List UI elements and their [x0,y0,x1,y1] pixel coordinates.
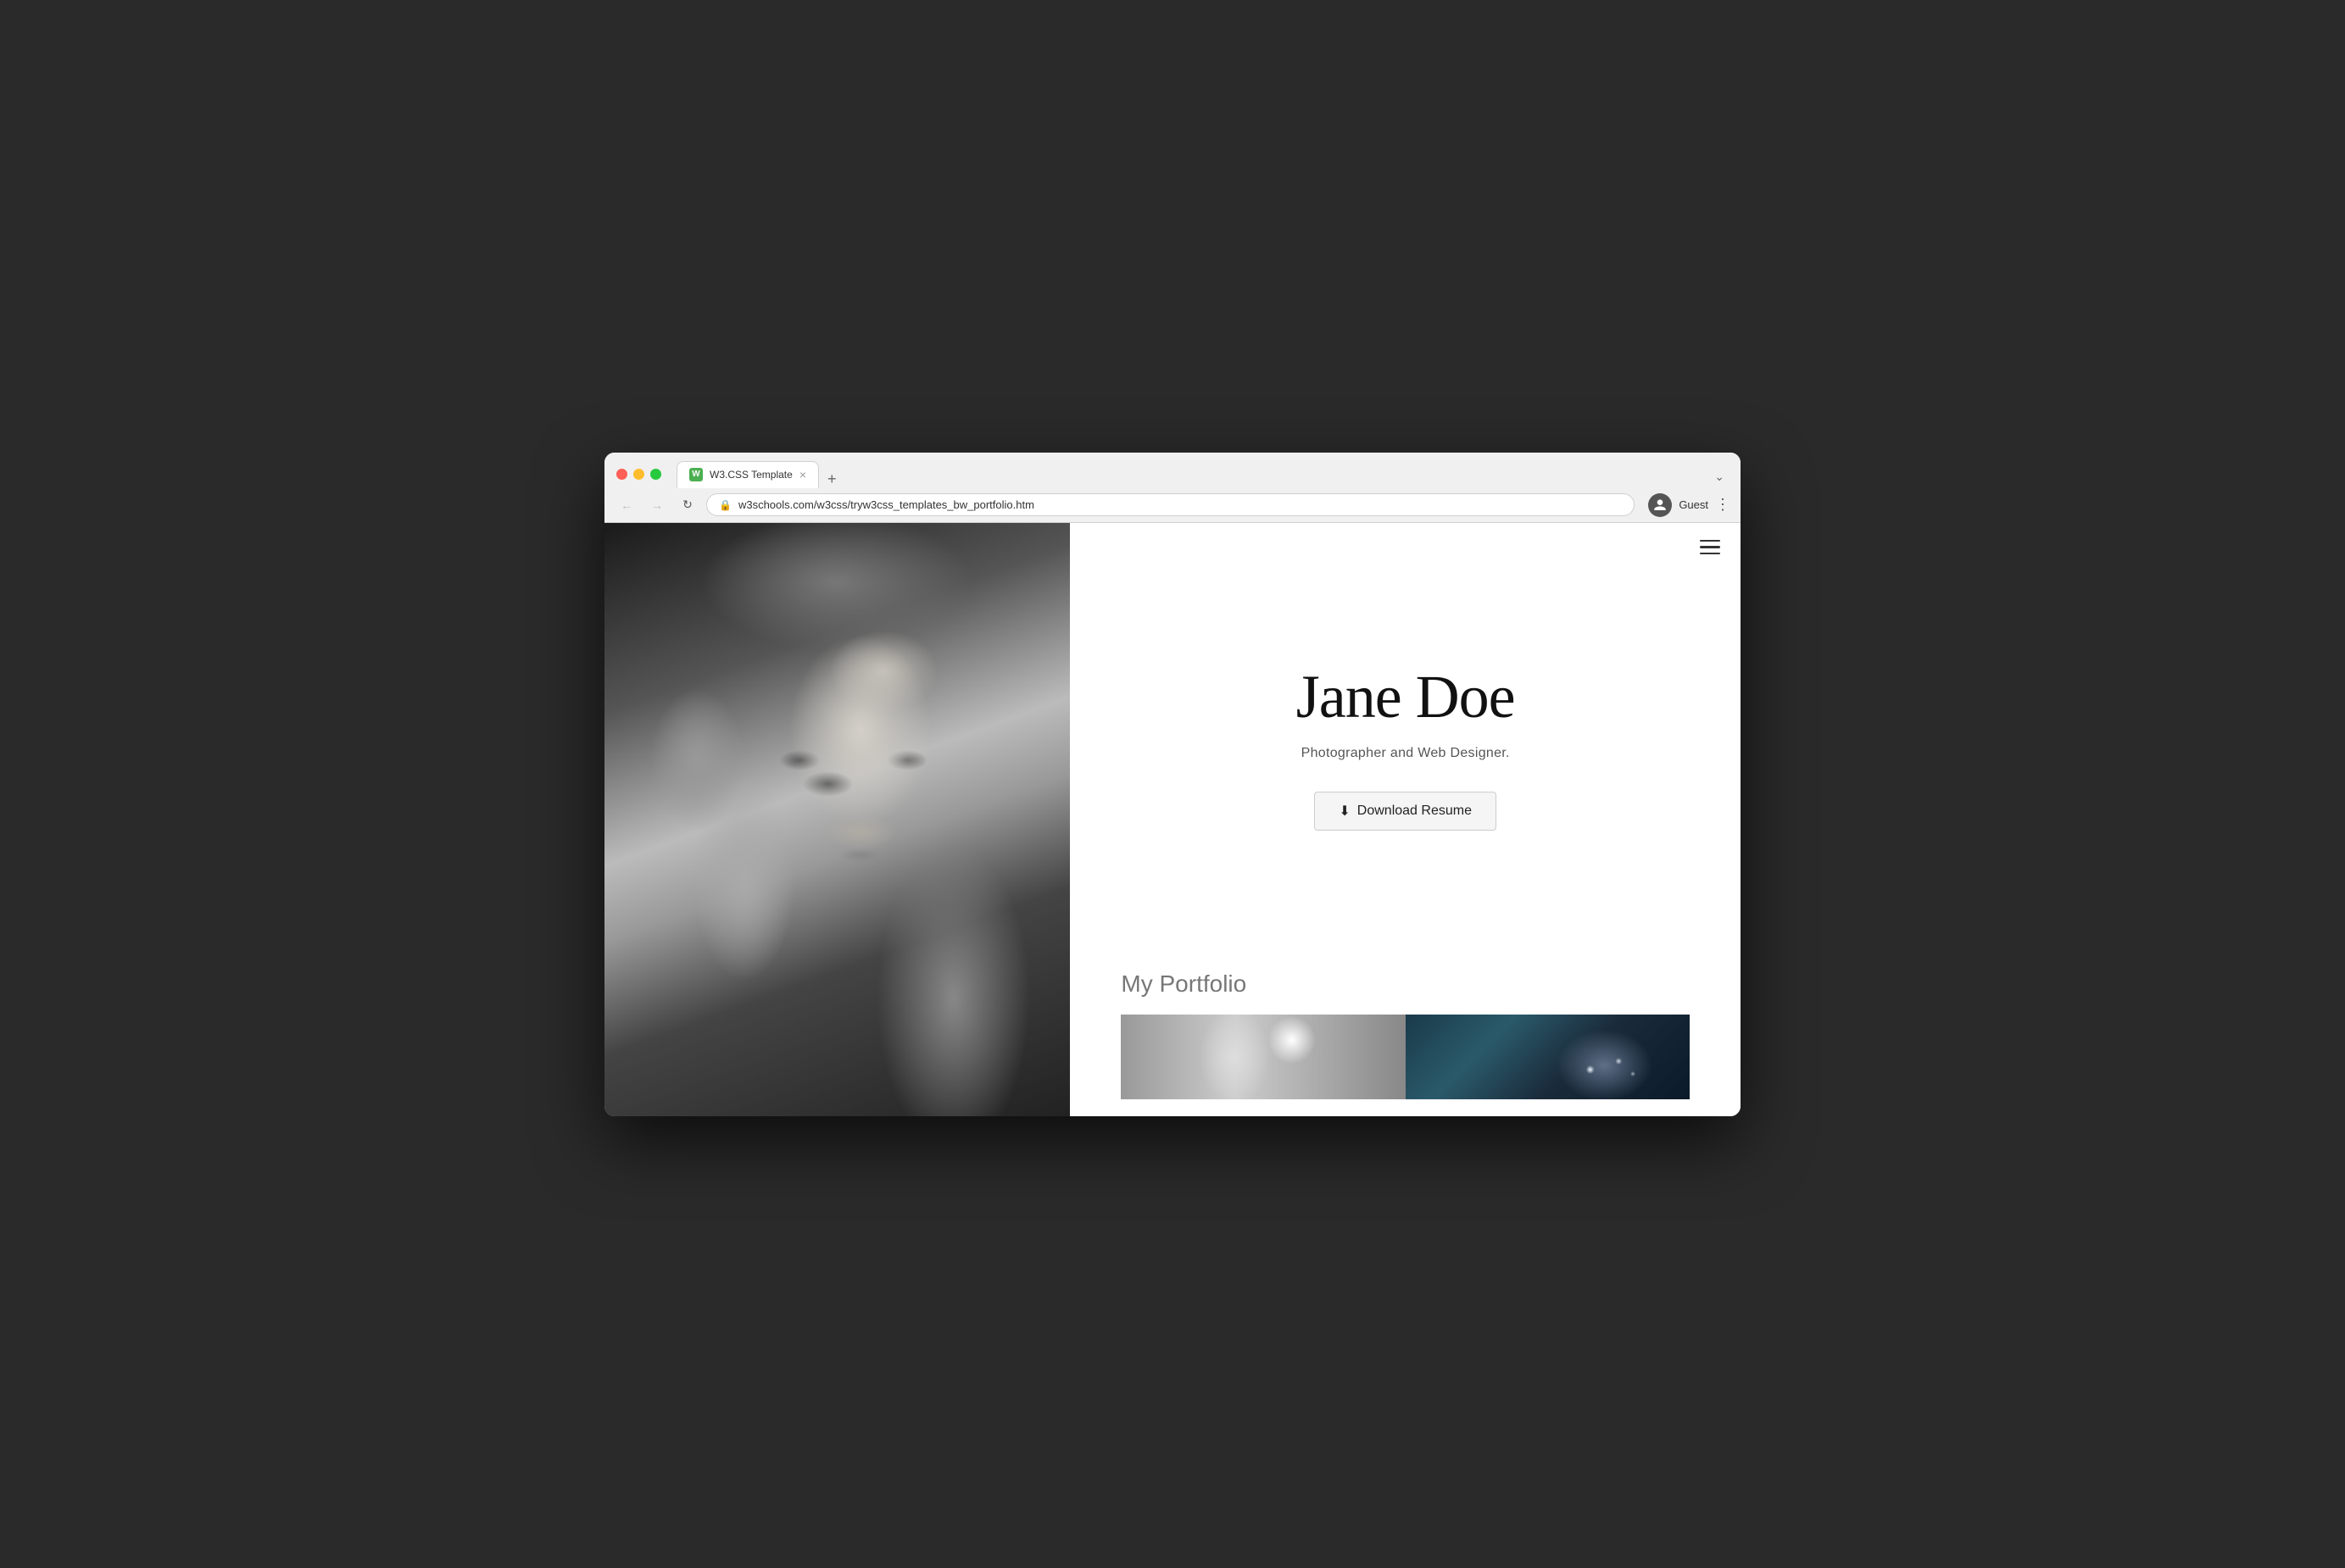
back-button[interactable]: ← [615,493,638,517]
forward-button[interactable]: → [645,493,669,517]
portfolio-grid [1121,1015,1690,1099]
chrome-frame: W W3.CSS Template × + ⌄ ← → ↻ 🔒 w3school… [604,453,1741,523]
minimize-button[interactable] [633,469,644,480]
profile-label: Guest [1679,498,1708,511]
tab-close-button[interactable]: × [799,469,806,481]
portfolio-item-2[interactable] [1406,1015,1690,1099]
profile-icon[interactable] [1648,493,1672,517]
tab-favicon: W [689,468,703,481]
hero-subtitle: Photographer and Web Designer. [1301,746,1510,761]
address-bar[interactable]: 🔒 w3schools.com/w3css/tryw3css_templates… [706,493,1635,516]
hero-image-panel [604,523,1070,1116]
browser-window: W W3.CSS Template × + ⌄ ← → ↻ 🔒 w3school… [604,453,1741,1116]
refresh-button[interactable]: ↻ [676,493,699,517]
hamburger-line-1 [1700,540,1720,542]
profile-area: Guest ⋮ [1648,493,1730,517]
url-text: w3schools.com/w3css/tryw3css_templates_b… [738,498,1622,511]
download-icon: ⬇ [1339,803,1350,820]
hamburger-menu-button[interactable] [1700,540,1720,555]
browser-menu-button[interactable]: ⋮ [1715,496,1730,514]
tab-dropdown-button[interactable]: ⌄ [1710,465,1729,488]
chrome-toolbar: ← → ↻ 🔒 w3schools.com/w3css/tryw3css_tem… [604,488,1741,522]
traffic-lights [616,469,661,480]
hamburger-line-3 [1700,553,1720,555]
maximize-button[interactable] [650,469,661,480]
download-btn-label: Download Resume [1357,803,1472,819]
portfolio-section-title: My Portfolio [1121,970,1690,998]
tab-title: W3.CSS Template [710,469,793,481]
portfolio-section: My Portfolio [1070,970,1741,1116]
close-button[interactable] [616,469,627,480]
hamburger-line-2 [1700,546,1720,548]
hero-name: Jane Doe [1296,662,1515,732]
tab-bar: W W3.CSS Template × + ⌄ [677,461,1729,488]
chrome-titlebar: W W3.CSS Template × + ⌄ [604,453,1741,488]
active-tab[interactable]: W W3.CSS Template × [677,461,819,488]
portfolio-item-1[interactable] [1121,1015,1405,1099]
lock-icon: 🔒 [719,499,732,511]
portrait-photo [604,523,1070,1116]
download-resume-button[interactable]: ⬇ Download Resume [1314,792,1496,831]
content-panel: Jane Doe Photographer and Web Designer. … [1070,523,1741,1116]
hero-content: Jane Doe Photographer and Web Designer. … [1070,523,1741,970]
page-content: Jane Doe Photographer and Web Designer. … [604,523,1741,1116]
new-tab-button[interactable]: + [819,470,845,488]
